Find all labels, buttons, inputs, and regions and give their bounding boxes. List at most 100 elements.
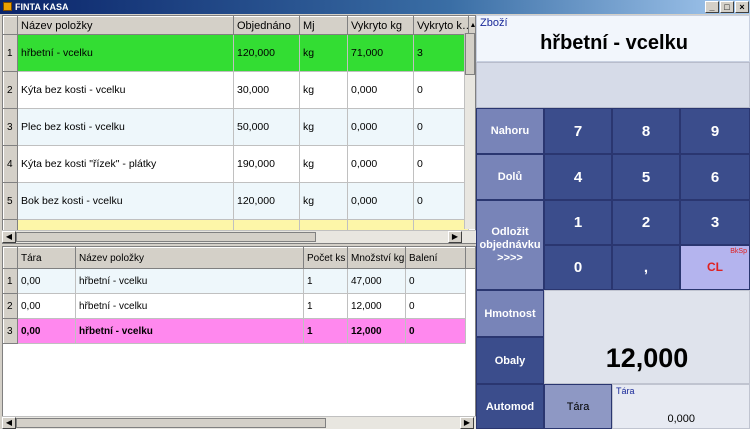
scroll-left-arrow-icon[interactable]: ◀ bbox=[2, 231, 16, 243]
column-header[interactable]: Vykryto k… bbox=[413, 16, 469, 35]
cell-pack: 0 bbox=[405, 293, 466, 319]
key-comma[interactable]: , bbox=[612, 245, 680, 290]
cell-unit: kg bbox=[299, 145, 348, 183]
weighing-records-grid[interactable]: Tára Název položky Počet ks Množství kg … bbox=[2, 246, 476, 417]
tare-button[interactable]: Tára bbox=[544, 384, 612, 429]
cell-ordered: 30,000 bbox=[233, 71, 300, 109]
cell-pack: 0 bbox=[405, 268, 466, 294]
order-item-row[interactable]: 5 Bok bez kosti - vcelku 120,000 kg 0,000 0 bbox=[3, 182, 476, 220]
cell-n: 5 bbox=[3, 182, 18, 220]
header-filler bbox=[465, 247, 475, 269]
clear-label: CL bbox=[707, 260, 723, 274]
cell-kg: 0,000 bbox=[347, 108, 414, 146]
automod-button[interactable]: Automod bbox=[476, 384, 544, 429]
cell-n: 2 bbox=[3, 71, 18, 109]
cell-n: 3 bbox=[3, 108, 18, 146]
row-filler bbox=[466, 319, 476, 344]
cell-name: hřbetní - vcelku bbox=[17, 34, 234, 72]
order-items-table: Název položky Objednáno Mj Vykryto kg Vy… bbox=[3, 16, 476, 243]
cell-ks: 3 bbox=[413, 34, 469, 72]
product-label: Zboží bbox=[480, 17, 508, 29]
minimize-button[interactable]: _ bbox=[705, 1, 719, 13]
down-button[interactable]: Dolů bbox=[476, 154, 544, 200]
column-header[interactable]: Mj bbox=[299, 16, 348, 35]
key-3[interactable]: 3 bbox=[680, 200, 750, 245]
cell-n: 2 bbox=[3, 293, 18, 319]
order-item-row[interactable]: 2 Kýta bez kosti - vcelku 30,000 kg 0,000 0 bbox=[3, 71, 476, 109]
key-4[interactable]: 4 bbox=[544, 154, 612, 200]
maximize-button[interactable]: □ bbox=[720, 1, 734, 13]
clear-button[interactable]: BkSp CL bbox=[680, 245, 750, 290]
order-items-header: Název položky Objednáno Mj Vykryto kg Vy… bbox=[3, 16, 475, 35]
order-items-grid[interactable]: Název položky Objednáno Mj Vykryto kg Vy… bbox=[2, 15, 476, 244]
key-1[interactable]: 1 bbox=[544, 200, 612, 245]
cell-n: 4 bbox=[3, 145, 18, 183]
window-title: FINTA KASA bbox=[15, 2, 69, 12]
scroll-left-arrow-icon[interactable]: ◀ bbox=[2, 417, 16, 429]
cell-qty: 12,000 bbox=[347, 293, 406, 319]
key-6[interactable]: 6 bbox=[680, 154, 750, 200]
postpone-order-button[interactable]: Odložit objednávku >>>> bbox=[476, 200, 544, 290]
tare-panel: Tára 0,000 bbox=[612, 384, 750, 429]
weighing-record-row[interactable]: 2 0,00 hřbetní - vcelku 1 12,000 0 bbox=[3, 293, 476, 319]
column-header[interactable]: Vykryto kg bbox=[347, 16, 414, 35]
column-header[interactable]: Množství kg bbox=[347, 247, 406, 269]
cell-count: 1 bbox=[303, 268, 348, 294]
cell-tara: 0,00 bbox=[17, 318, 76, 344]
cell-kg: 0,000 bbox=[347, 145, 414, 183]
title-bar: FINTA KASA _ □ × bbox=[0, 0, 750, 14]
cell-tara: 0,00 bbox=[17, 268, 76, 294]
product-panel: Zboží hřbetní - vcelku bbox=[476, 15, 750, 62]
key-9[interactable]: 9 bbox=[680, 108, 750, 154]
vertical-scrollbar-up[interactable]: ▲ bbox=[468, 16, 475, 35]
cell-ordered: 190,000 bbox=[233, 145, 300, 183]
weight-button[interactable]: Hmotnost bbox=[476, 290, 544, 337]
cell-name: hřbetní - vcelku bbox=[75, 268, 304, 294]
close-button[interactable]: × bbox=[735, 1, 749, 13]
header-corner bbox=[3, 247, 18, 269]
up-button[interactable]: Nahoru bbox=[476, 108, 544, 154]
cell-ks: 0 bbox=[413, 108, 469, 146]
horizontal-scrollbar-thumb[interactable] bbox=[16, 418, 326, 428]
column-header[interactable]: Počet ks bbox=[303, 247, 348, 269]
column-header[interactable]: Tára bbox=[17, 247, 76, 269]
cell-qty: 12,000 bbox=[347, 318, 406, 344]
vertical-scrollbar-thumb[interactable] bbox=[465, 33, 475, 75]
cell-ordered: 120,000 bbox=[233, 182, 300, 220]
key-8[interactable]: 8 bbox=[612, 108, 680, 154]
bottom-horizontal-scrollbar[interactable]: ◀ ▶ bbox=[2, 416, 476, 429]
cell-n: 1 bbox=[3, 34, 18, 72]
product-name: hřbetní - vcelku bbox=[540, 32, 688, 54]
order-item-row[interactable]: 1 hřbetní - vcelku 120,000 kg 71,000 3 bbox=[3, 34, 476, 72]
scroll-right-arrow-icon[interactable]: ▶ bbox=[448, 231, 462, 243]
top-horizontal-scrollbar[interactable]: ◀ ▶ bbox=[2, 230, 476, 243]
key-0[interactable]: 0 bbox=[544, 245, 612, 290]
app-icon bbox=[3, 2, 12, 11]
weighing-record-row[interactable]: 1 0,00 hřbetní - vcelku 1 47,000 0 bbox=[3, 268, 476, 294]
cell-name: Bok bez kosti - vcelku bbox=[17, 182, 234, 220]
backspace-label: BkSp bbox=[730, 248, 747, 255]
cell-n: 3 bbox=[3, 318, 18, 344]
packaging-button[interactable]: Obaly bbox=[476, 337, 544, 384]
scroll-right-arrow-icon[interactable]: ▶ bbox=[460, 417, 474, 429]
order-item-row[interactable]: 4 Kýta bez kosti "řízek" - plátky 190,000 k… bbox=[3, 145, 476, 183]
cell-unit: kg bbox=[299, 71, 348, 109]
order-item-row[interactable]: 3 Plec bez kosti - vcelku 50,000 kg 0,000 0 bbox=[3, 108, 476, 146]
cell-ks: 0 bbox=[413, 182, 469, 220]
weighing-record-row[interactable]: 3 0,00 hřbetní - vcelku 1 12,000 0 bbox=[3, 318, 476, 344]
cell-unit: kg bbox=[299, 182, 348, 220]
horizontal-scrollbar-thumb[interactable] bbox=[16, 232, 316, 242]
column-header[interactable]: Název položky bbox=[75, 247, 304, 269]
cell-name: Kýta bez kosti - vcelku bbox=[17, 71, 234, 109]
key-2[interactable]: 2 bbox=[612, 200, 680, 245]
key-7[interactable]: 7 bbox=[544, 108, 612, 154]
column-header[interactable]: Objednáno bbox=[233, 16, 300, 35]
product-info-area bbox=[476, 62, 750, 108]
column-header[interactable]: Název položky bbox=[17, 16, 234, 35]
vertical-scrollbar-track[interactable] bbox=[464, 33, 475, 229]
column-header[interactable]: Balení bbox=[405, 247, 466, 269]
cell-ordered: 50,000 bbox=[233, 108, 300, 146]
key-5[interactable]: 5 bbox=[612, 154, 680, 200]
cell-count: 1 bbox=[303, 293, 348, 319]
cell-unit: kg bbox=[299, 34, 348, 72]
